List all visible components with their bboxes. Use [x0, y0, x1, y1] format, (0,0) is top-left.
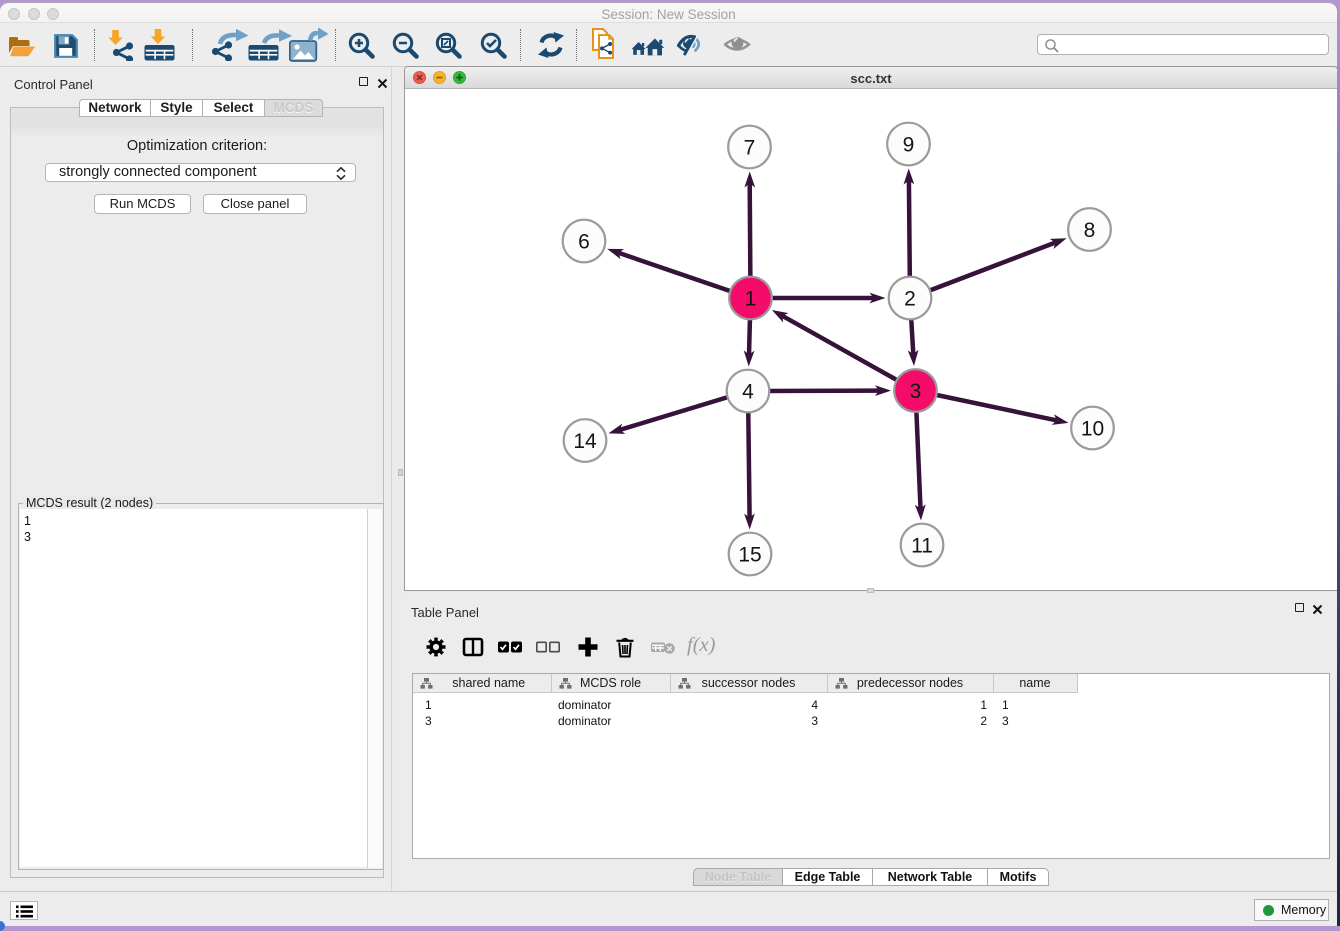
svg-text:10: 10 — [1081, 418, 1104, 441]
svg-text:8: 8 — [1084, 219, 1096, 242]
svg-text:2: 2 — [904, 288, 916, 311]
svg-text:3: 3 — [910, 380, 922, 403]
svg-text:1: 1 — [745, 288, 757, 311]
svg-text:7: 7 — [744, 137, 756, 160]
svg-text:9: 9 — [903, 134, 915, 157]
svg-text:11: 11 — [911, 535, 933, 558]
svg-text:14: 14 — [573, 430, 597, 453]
svg-text:4: 4 — [742, 381, 754, 404]
svg-text:6: 6 — [578, 231, 590, 254]
svg-text:15: 15 — [738, 544, 761, 567]
